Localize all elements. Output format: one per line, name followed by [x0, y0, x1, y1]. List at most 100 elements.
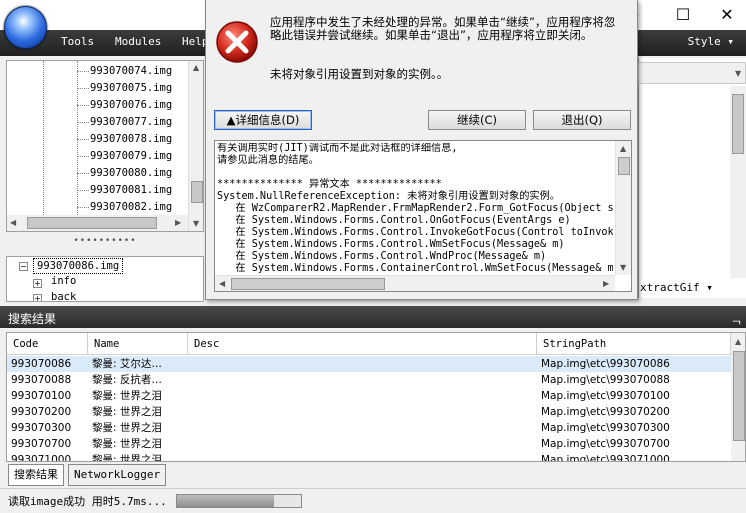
details-horizontal-scrollbar[interactable]: ◀ ▶ [215, 275, 615, 291]
scroll-down-icon[interactable]: ▼ [193, 219, 199, 228]
cell-stringpath: Map.img\etc\993070100 [541, 390, 670, 402]
tree-file-item[interactable]: 993070075.img [90, 80, 172, 97]
column-stringpath[interactable]: StringPath [537, 333, 731, 355]
results-grid: Code Name Desc StringPath 993070086 黎曼: 艾… [6, 332, 746, 462]
selected-node[interactable]: 993070086.img [33, 258, 124, 274]
grid-scrollbar[interactable]: ▲ [731, 333, 745, 461]
details-line: System.NullReferenceException: 未将对象引用设置到… [217, 191, 560, 202]
details-line: 在 System.Windows.Forms.Control.OnGotFocu… [217, 215, 571, 226]
scroll-left-icon[interactable]: ◀ [219, 279, 225, 288]
details-button[interactable]: ▲详细信息(D) [214, 110, 312, 130]
status-bar: 读取image成功 用时5.7ms... [0, 488, 746, 513]
cell-desc [188, 388, 537, 404]
tree-file-item[interactable]: 993070079.img [90, 148, 172, 165]
cell-name: 黎曼: 世界之泪 [92, 406, 162, 418]
scroll-thumb[interactable] [27, 217, 157, 229]
table-row[interactable]: 993070700 黎曼: 世界之泪 Map.img\etc\993070700 [7, 436, 735, 452]
node-info[interactable]: info [51, 275, 76, 287]
tree-file-item[interactable]: 993070074.img [90, 63, 172, 80]
scroll-thumb[interactable] [733, 351, 745, 441]
tree-file-item[interactable]: 993070080.img [90, 165, 172, 182]
node-back[interactable]: back [51, 291, 76, 301]
tree-connector [77, 122, 89, 123]
details-line: 在 System.Windows.Forms.Control.WmSetFocu… [217, 239, 565, 250]
table-row[interactable]: 993071000 黎曼: 世界之泪 Map.img\etc\993071000 [7, 452, 735, 462]
grid-header: Code Name Desc StringPath [7, 333, 745, 355]
tree-file-item[interactable]: 993070078.img [90, 131, 172, 148]
table-row[interactable]: 993070086 黎曼: 艾尔达… Map.img\etc\993070086 [7, 356, 735, 372]
menu-tools[interactable]: Tools [61, 35, 94, 48]
close-button[interactable]: ✕ [704, 0, 746, 30]
cell-name: 黎曼: 世界之泪 [92, 438, 162, 450]
cell-code: 993071000 [11, 454, 72, 462]
scroll-thumb[interactable] [231, 278, 385, 290]
column-desc[interactable]: Desc [188, 333, 537, 355]
tree-connector [77, 105, 89, 106]
right-pane-scrollbar[interactable] [730, 86, 746, 278]
tree-connector [77, 156, 89, 157]
cell-stringpath: Map.img\etc\993070700 [541, 438, 670, 450]
cell-desc [188, 356, 537, 372]
table-row[interactable]: 993070200 黎曼: 世界之泪 Map.img\etc\993070200 [7, 404, 735, 420]
details-line: 有关调用实时(JIT)调试而不是此对话框的详细信息, [217, 143, 458, 154]
collapse-icon[interactable]: − [19, 262, 28, 271]
table-row[interactable]: 993070300 黎曼: 世界之泪 Map.img\etc\993070300 [7, 420, 735, 436]
continue-button[interactable]: 继续(C) [428, 110, 526, 130]
details-vertical-scrollbar[interactable]: ▲ ▼ [615, 141, 631, 275]
scroll-up-icon[interactable]: ▲ [735, 337, 741, 346]
splitter-grip: •••••••••• [73, 236, 137, 246]
scroll-right-icon[interactable]: ▶ [175, 218, 181, 227]
tree-horizontal-scrollbar[interactable]: ◀ ▶ [7, 215, 188, 231]
tab-search-results[interactable]: 搜索结果 [8, 464, 64, 486]
scroll-right-icon[interactable]: ▶ [603, 279, 609, 288]
scroll-left-icon[interactable]: ◀ [10, 218, 16, 227]
tree-file-item[interactable]: 993070076.img [90, 97, 172, 114]
details-line: 在 System.Windows.Forms.ContainerControl.… [217, 263, 613, 274]
table-row[interactable]: 993070088 黎曼: 反抗者… Map.img\etc\993070088 [7, 372, 735, 388]
expand-icon[interactable]: + [33, 294, 42, 301]
menu-modules[interactable]: Modules [115, 35, 161, 48]
tree-file-item[interactable]: 993070082.img [90, 199, 172, 216]
maximize-button[interactable]: ☐ [660, 0, 706, 30]
pin-icon[interactable]: ᆨ [731, 310, 742, 327]
cell-code: 993070100 [11, 390, 72, 402]
column-code[interactable]: Code [7, 333, 88, 355]
scroll-thumb[interactable] [618, 157, 630, 175]
cell-code: 993070086 [11, 358, 72, 370]
expand-icon[interactable]: + [33, 279, 42, 288]
file-tree: 993070074.img 993070075.img 993070076.img 9… [6, 60, 204, 232]
cell-name: 黎曼: 艾尔达… [92, 358, 162, 370]
cell-desc [188, 404, 537, 420]
tree-file-item[interactable]: 993070081.img [90, 182, 172, 199]
dialog-message: 应用程序中发生了未经处理的异常。如果单击“继续”，应用程序将忽略此错误并尝试继续… [270, 15, 616, 42]
extract-gif-button[interactable]: xtractGif ▾ [638, 280, 730, 296]
details-line [217, 167, 613, 179]
table-row[interactable]: 993070100 黎曼: 世界之泪 Map.img\etc\993070100 [7, 388, 735, 404]
tree-file-item[interactable]: 993070077.img [90, 114, 172, 131]
tree-connector [77, 88, 89, 89]
tree-vertical-scrollbar[interactable]: ▲ ▼ [188, 61, 203, 231]
tree-guide-line [43, 61, 44, 231]
quit-button[interactable]: 退出(Q) [533, 110, 631, 130]
cell-stringpath: Map.img\etc\993070088 [541, 374, 670, 386]
scroll-thumb[interactable] [191, 181, 203, 203]
tab-network-logger[interactable]: NetworkLogger [68, 464, 167, 486]
cell-stringpath: Map.img\etc\993070086 [541, 358, 670, 370]
dropdown-icon[interactable]: ▼ [735, 69, 741, 78]
tree-connector [77, 139, 89, 140]
scroll-up-icon[interactable]: ▲ [620, 144, 626, 153]
cell-desc [188, 420, 537, 436]
scroll-thumb[interactable] [732, 94, 744, 154]
cell-name: 黎曼: 世界之泪 [92, 422, 162, 434]
tree-connector [77, 173, 89, 174]
menu-style[interactable]: Style ▾ [688, 35, 734, 48]
details-line: 在 System.Windows.Forms.Control.WndProc(M… [217, 251, 547, 262]
cell-name: 黎曼: 世界之泪 [92, 390, 162, 402]
app-orb-button[interactable] [4, 6, 47, 49]
scroll-down-icon[interactable]: ▼ [620, 263, 626, 272]
column-name[interactable]: Name [88, 333, 188, 355]
panel-splitter[interactable]: •••••••••• [6, 236, 204, 256]
cell-desc [188, 436, 537, 452]
details-textbox[interactable]: 有关调用实时(JIT)调试而不是此对话框的详细信息, 请参见此消息的结尾。 ****… [214, 140, 632, 292]
scroll-up-icon[interactable]: ▲ [193, 63, 199, 72]
